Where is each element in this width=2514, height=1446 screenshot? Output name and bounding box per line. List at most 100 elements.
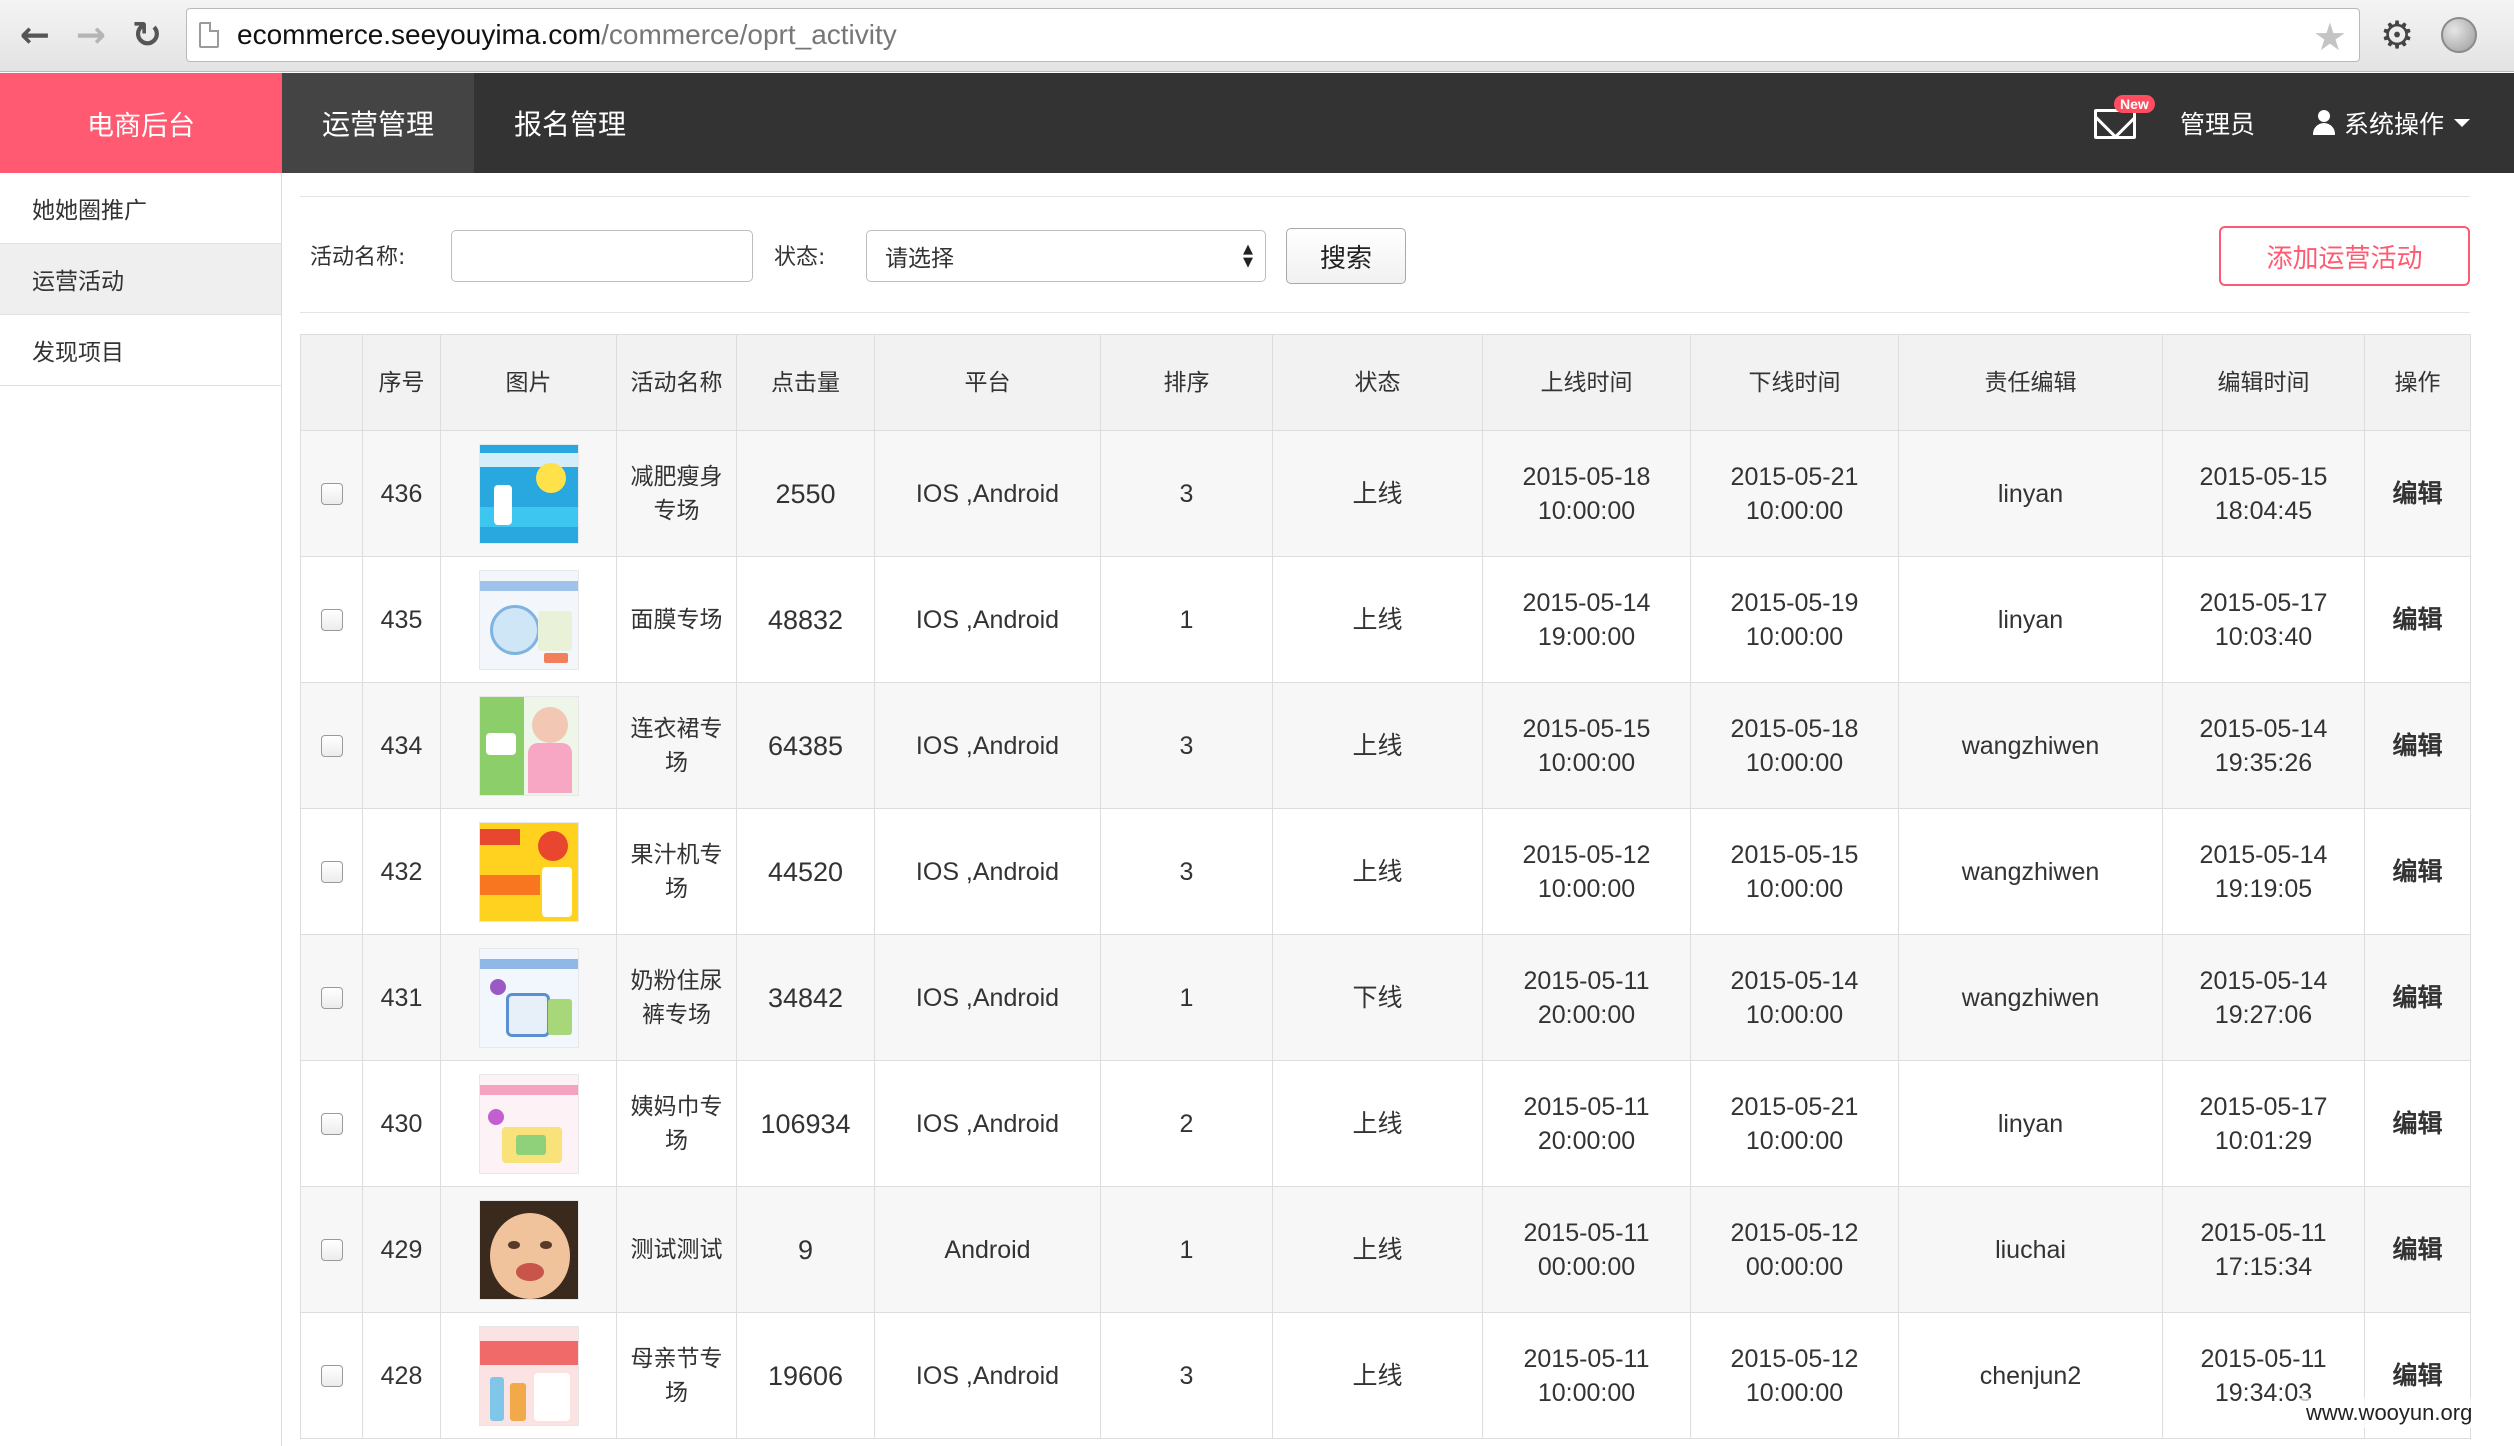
- row-checkbox[interactable]: [320, 861, 343, 883]
- row-platform: Android: [874, 1186, 1101, 1313]
- tab-operations[interactable]: 运营管理: [282, 73, 474, 173]
- brand-logo[interactable]: 电商后台: [0, 73, 282, 173]
- row-id: 435: [362, 556, 441, 683]
- mail-icon[interactable]: New: [2090, 95, 2155, 141]
- row-order: 3: [1100, 682, 1273, 809]
- row-offline-time: 2015-05-19 10:00:00: [1690, 556, 1899, 683]
- edit-link[interactable]: 编辑: [2364, 682, 2471, 809]
- table-row: 436 减肥瘦身专场 2550 IOS ,Android 3 上线 2015-0…: [300, 430, 2471, 557]
- activity-thumbnail[interactable]: [478, 821, 579, 922]
- row-online-time: 2015-05-11 00:00:00: [1482, 1186, 1691, 1313]
- edit-link[interactable]: 编辑: [2364, 1186, 2471, 1313]
- col-clicks-header: 点击量: [736, 334, 875, 431]
- row-image-cell: [440, 430, 617, 557]
- activity-thumbnail[interactable]: [478, 569, 579, 670]
- tab-registration[interactable]: 报名管理: [474, 73, 666, 173]
- browser-toolbar: ← → ↻ ecommerce.seeyouyima.com/commerce/…: [0, 0, 2514, 72]
- row-clicks[interactable]: 64385: [736, 682, 875, 809]
- row-online-time: 2015-05-11 20:00:00: [1482, 1060, 1691, 1187]
- row-name: 果汁机专场: [616, 808, 737, 935]
- row-checkbox-cell: [300, 1186, 363, 1313]
- row-name: 面膜专场: [616, 556, 737, 683]
- sidebar-item-activities[interactable]: 运营活动: [0, 244, 281, 315]
- row-online-time: 2015-05-12 10:00:00: [1482, 808, 1691, 935]
- globe-icon[interactable]: [2436, 12, 2482, 58]
- edit-link[interactable]: 编辑: [2364, 556, 2471, 683]
- row-online-time: 2015-05-15 10:00:00: [1482, 682, 1691, 809]
- edit-link[interactable]: 编辑: [2364, 934, 2471, 1061]
- search-button[interactable]: 搜索: [1286, 228, 1406, 284]
- activity-thumbnail[interactable]: [478, 443, 579, 544]
- row-status[interactable]: 上线: [1272, 1186, 1483, 1313]
- row-image-cell: [440, 1312, 617, 1439]
- row-order: 2: [1100, 1060, 1273, 1187]
- row-edit-time: 2015-05-14 19:27:06: [2162, 934, 2365, 1061]
- col-status-header: 状态: [1272, 334, 1483, 431]
- table-row: 429 测试测试 9 Android 1 上线 2015-05-11 00:00:…: [300, 1186, 2471, 1313]
- row-status[interactable]: 上线: [1272, 430, 1483, 557]
- row-status[interactable]: 上线: [1272, 1312, 1483, 1439]
- forward-arrow-icon[interactable]: →: [68, 12, 114, 58]
- activity-thumbnail[interactable]: [478, 1325, 579, 1426]
- admin-link[interactable]: 管理员: [2180, 73, 2255, 173]
- system-ops-dropdown[interactable]: 系统操作: [2312, 73, 2471, 173]
- divider: [300, 312, 2470, 313]
- status-select[interactable]: 请选择 ▲ ▼: [866, 230, 1266, 282]
- row-status[interactable]: 上线: [1272, 808, 1483, 935]
- address-bar[interactable]: ecommerce.seeyouyima.com/commerce/oprt_a…: [186, 8, 2360, 62]
- row-name: 连衣裙专场: [616, 682, 737, 809]
- gear-icon[interactable]: ⚙: [2374, 12, 2420, 58]
- col-image-header: 图片: [440, 334, 617, 431]
- table-row: 430 姨妈巾专场 106934 IOS ,Android 2 上线 2015-…: [300, 1060, 2471, 1187]
- row-clicks[interactable]: 48832: [736, 556, 875, 683]
- col-checkbox-header: [300, 334, 363, 431]
- activity-thumbnail[interactable]: [478, 1199, 579, 1300]
- row-clicks[interactable]: 19606: [736, 1312, 875, 1439]
- row-status[interactable]: 上线: [1272, 556, 1483, 683]
- row-checkbox[interactable]: [320, 483, 343, 505]
- row-offline-time: 2015-05-14 10:00:00: [1690, 934, 1899, 1061]
- row-checkbox[interactable]: [320, 609, 343, 631]
- reload-icon[interactable]: ↻: [124, 12, 170, 58]
- row-status[interactable]: 上线: [1272, 1060, 1483, 1187]
- edit-link[interactable]: 编辑: [2364, 1060, 2471, 1187]
- row-checkbox[interactable]: [320, 1365, 343, 1387]
- sidebar-item-discover[interactable]: 发现项目: [0, 315, 281, 386]
- row-image-cell: [440, 934, 617, 1061]
- row-status[interactable]: 上线: [1272, 682, 1483, 809]
- edit-link[interactable]: 编辑: [2364, 430, 2471, 557]
- row-clicks[interactable]: 9: [736, 1186, 875, 1313]
- row-checkbox-cell: [300, 682, 363, 809]
- row-id: 431: [362, 934, 441, 1061]
- row-clicks[interactable]: 2550: [736, 430, 875, 557]
- bookmark-star-icon[interactable]: ★: [2313, 15, 2347, 59]
- row-checkbox[interactable]: [320, 1239, 343, 1261]
- row-online-time: 2015-05-11 10:00:00: [1482, 1312, 1691, 1439]
- activity-thumbnail[interactable]: [478, 695, 579, 796]
- row-name: 母亲节专场: [616, 1312, 737, 1439]
- row-id: 430: [362, 1060, 441, 1187]
- row-status[interactable]: 下线: [1272, 934, 1483, 1061]
- row-offline-time: 2015-05-21 10:00:00: [1690, 430, 1899, 557]
- table-row: 431 奶粉住尿裤专场 34842 IOS ,Android 1 下线 2015…: [300, 934, 2471, 1061]
- row-checkbox-cell: [300, 1312, 363, 1439]
- row-platform: IOS ,Android: [874, 1060, 1101, 1187]
- activity-name-input[interactable]: [451, 230, 753, 282]
- row-checkbox[interactable]: [320, 735, 343, 757]
- caret-down-icon: [2454, 119, 2471, 127]
- row-checkbox[interactable]: [320, 987, 343, 1009]
- back-arrow-icon[interactable]: ←: [12, 12, 58, 58]
- sidebar-item-promotion[interactable]: 她她圈推广: [0, 173, 281, 244]
- row-editor: linyan: [1898, 1060, 2163, 1187]
- row-clicks[interactable]: 44520: [736, 808, 875, 935]
- activity-thumbnail[interactable]: [478, 947, 579, 1048]
- row-checkbox[interactable]: [320, 1113, 343, 1135]
- activity-thumbnail[interactable]: [478, 1073, 579, 1174]
- add-activity-button[interactable]: 添加运营活动: [2219, 226, 2470, 286]
- row-online-time: 2015-05-11 20:00:00: [1482, 934, 1691, 1061]
- row-name: 奶粉住尿裤专场: [616, 934, 737, 1061]
- edit-link[interactable]: 编辑: [2364, 808, 2471, 935]
- row-clicks[interactable]: 106934: [736, 1060, 875, 1187]
- row-name: 减肥瘦身专场: [616, 430, 737, 557]
- row-clicks[interactable]: 34842: [736, 934, 875, 1061]
